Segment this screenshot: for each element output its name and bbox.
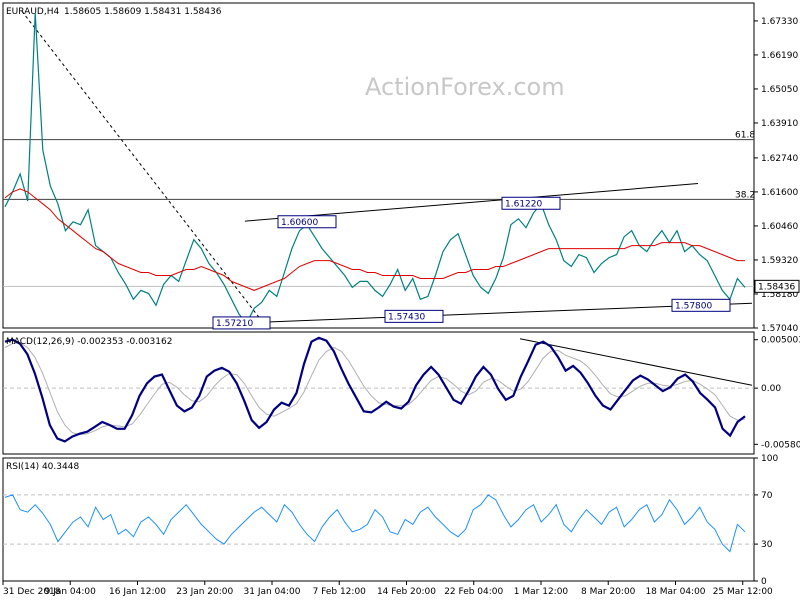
x-tick-label: 22 Feb 04:00 (444, 587, 503, 597)
y-tick-label: 1.66190 (761, 51, 798, 61)
y-tick-label: 1.65050 (761, 85, 798, 95)
forex-chart: ActionForex.com EURAUD,H4 1.58605 1.5860… (0, 0, 800, 600)
watermark: ActionForex.com (365, 73, 565, 101)
y-tick-label: 100 (761, 454, 778, 464)
x-tick-label: 25 Mar 12:00 (713, 587, 773, 597)
y-tick-label: 1.62740 (761, 154, 798, 164)
price-level-label: 1.57210 (216, 319, 253, 329)
price-level-label: 1.60600 (281, 218, 318, 228)
price-level-label: 1.61220 (505, 199, 542, 209)
header-symbol: EURAUD,H4 (6, 7, 59, 17)
x-tick-label: 23 Jan 20:00 (176, 587, 233, 597)
y-tick-label: 30 (761, 540, 773, 550)
y-tick-label: 1.63910 (761, 119, 798, 129)
x-tick-label: 1 Mar 12:00 (514, 587, 569, 597)
x-tick-label: 16 Jan 12:00 (109, 587, 166, 597)
y-tick-label: 0.005003 (761, 336, 800, 346)
y-tick-label: 1.61600 (761, 188, 798, 198)
y-tick-label: 70 (761, 491, 773, 501)
x-tick-label: 31 Jan 04:00 (244, 587, 301, 597)
y-tick-label: -0.005801 (761, 440, 800, 450)
macd-title: MACD(12,26,9) -0.002353 -0.003162 (6, 337, 172, 347)
y-tick-label: 1.67330 (761, 17, 798, 27)
current-price-tag-label: 1.58436 (758, 282, 795, 292)
x-tick-label: 8 Mar 20:00 (581, 587, 636, 597)
x-tick-label: 18 Mar 04:00 (645, 587, 705, 597)
fib-level-label: 38.2 (735, 190, 755, 200)
x-tick-label: 9 Jan 04:00 (45, 587, 97, 597)
price-level-label: 1.57430 (388, 312, 425, 322)
y-tick-label: 1.60460 (761, 222, 798, 232)
fib-level-label: 61.8 (735, 131, 755, 141)
y-tick-label: 0.00 (761, 384, 781, 394)
y-tick-label: 0 (761, 577, 767, 587)
y-tick-label: 1.59320 (761, 256, 798, 266)
header-ohlc: 1.58605 1.58609 1.58431 1.58436 (64, 7, 222, 17)
rsi-title: RSI(14) 40.3448 (6, 462, 79, 472)
price-level-label: 1.57800 (675, 301, 712, 311)
y-tick-label: 1.57040 (761, 324, 798, 334)
x-tick-label: 7 Feb 12:00 (313, 587, 367, 597)
x-tick-label: 14 Feb 20:00 (377, 587, 436, 597)
